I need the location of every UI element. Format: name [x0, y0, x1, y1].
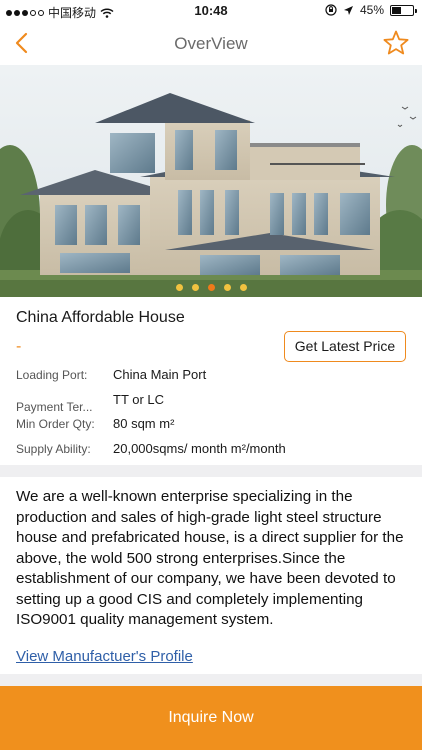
- product-title: China Affordable House: [16, 309, 185, 326]
- carousel-dot[interactable]: [207, 284, 215, 291]
- get-latest-price-button[interactable]: Get Latest Price: [284, 331, 406, 362]
- carousel-dot[interactable]: [223, 284, 231, 291]
- spec-value-payment-terms: TT or LC: [113, 392, 165, 407]
- spec-value-min-order: 80 sqm m²: [113, 416, 175, 431]
- company-description: We are a well-known enterprise specializ…: [16, 488, 404, 628]
- location-arrow-icon: [343, 5, 353, 15]
- favorite-star-icon[interactable]: [382, 29, 410, 57]
- house-photo: [0, 65, 422, 297]
- carousel-dot[interactable]: [175, 284, 183, 291]
- spec-value-loading-port: China Main Port: [113, 367, 207, 382]
- battery-percent: 45%: [359, 3, 384, 17]
- battery-icon: [390, 4, 417, 16]
- status-bar: 中国移动 10:48 45%: [0, 0, 422, 22]
- status-right: 45%: [325, 3, 417, 17]
- section-divider: [0, 465, 422, 477]
- carousel-dot[interactable]: [239, 284, 247, 291]
- page-title: OverView: [174, 34, 248, 53]
- spec-value-supply-ability: 20,000sqms/ month m²/month: [113, 441, 286, 456]
- carousel-page-indicator: [0, 284, 422, 291]
- spec-label-supply-ability: Supply Ability:: [16, 442, 91, 456]
- spec-label-min-order: Min Order Qty:: [16, 417, 95, 431]
- carousel-dot[interactable]: [191, 284, 199, 291]
- footer-divider: [0, 674, 422, 686]
- navigation-bar: OverView: [0, 22, 422, 65]
- battery-level: [392, 6, 401, 14]
- inquire-now-button[interactable]: Inquire Now: [0, 686, 422, 750]
- product-price: -: [16, 338, 22, 355]
- product-image-carousel[interactable]: [0, 65, 422, 297]
- spec-label-payment-terms: Payment Ter...: [16, 400, 93, 414]
- orientation-lock-icon: [325, 4, 337, 16]
- view-manufacturer-profile-link[interactable]: View Manufactuer's Profile: [16, 648, 193, 665]
- spec-label-loading-port: Loading Port:: [16, 368, 88, 382]
